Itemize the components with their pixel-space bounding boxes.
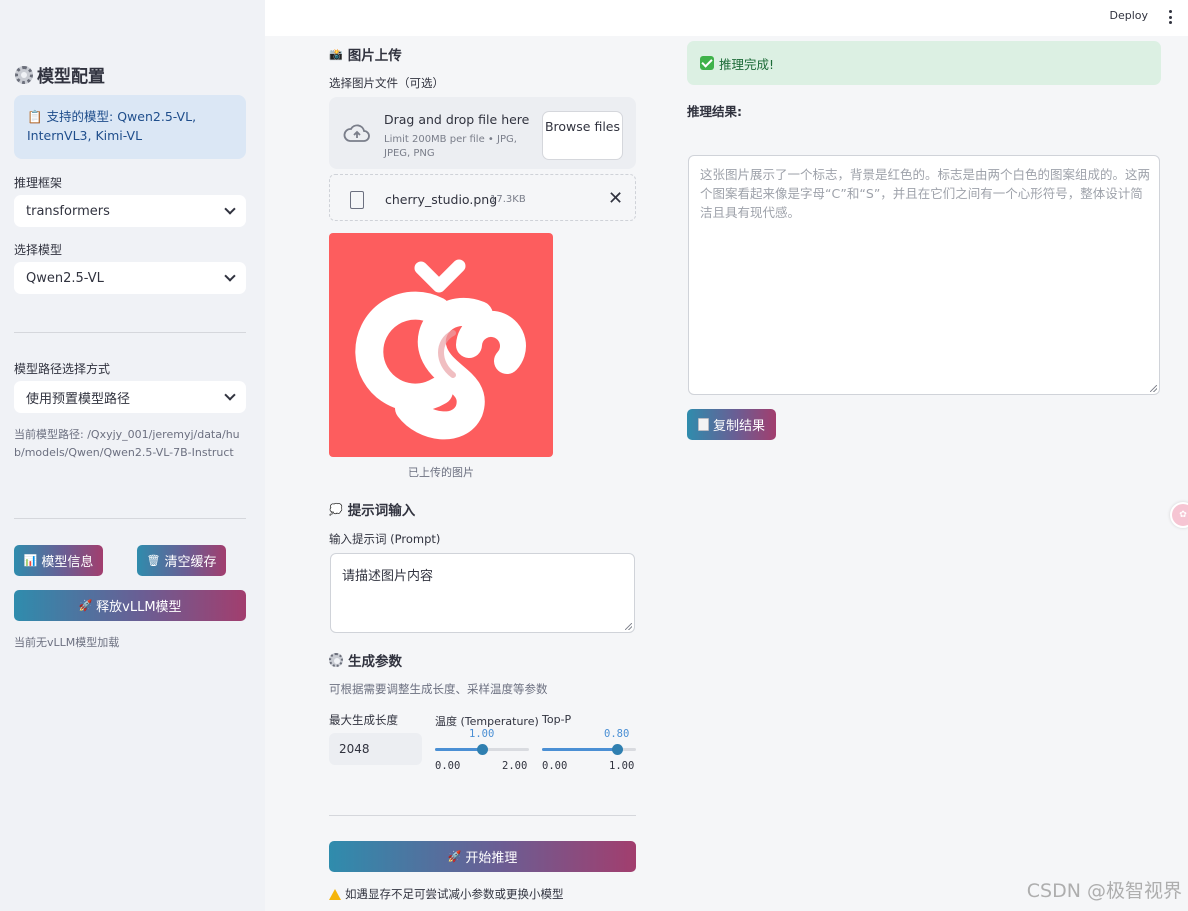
chevron-down-icon: [224, 389, 236, 401]
path-mode-select[interactable]: 使用预置模型路径: [14, 381, 246, 413]
success-alert-text: 推理完成!: [719, 56, 775, 72]
copy-result-button-label: 复制结果: [712, 419, 765, 434]
memory-warning: 如遇显存不足可尝试减小参数或更换小模型: [329, 886, 564, 902]
top-p-slider-fill: [542, 748, 618, 751]
model-select-value: Qwen2.5-VL: [26, 270, 104, 286]
success-alert: 推理完成!: [687, 41, 1161, 85]
top-p-max: 1.00: [609, 760, 635, 772]
speech-bubble-icon: 💭: [329, 502, 343, 516]
params-heading: 生成参数: [329, 650, 402, 670]
temperature-min: 0.00: [435, 760, 461, 772]
copy-result-button[interactable]: 复制结果: [687, 409, 776, 440]
cloud-upload-icon: [343, 124, 370, 142]
resize-handle[interactable]: [625, 623, 632, 630]
release-vllm-button-label: 释放vLLM模型: [96, 600, 182, 615]
prompt-label: 输入提示词 (Prompt): [329, 532, 441, 546]
start-inference-button[interactable]: 🚀 开始推理: [329, 841, 636, 872]
watermark: CSDN @极智视界: [1026, 880, 1182, 902]
check-icon: [700, 56, 714, 70]
trash-icon: 🗑: [146, 554, 161, 567]
temperature-value: 1.00: [469, 728, 495, 740]
model-select[interactable]: Qwen2.5-VL: [14, 262, 246, 294]
max-length-label: 最大生成长度: [329, 713, 398, 727]
supported-models-info: 📋 支持的模型: Qwen2.5-VL, InternVL3, Kimi-VL: [14, 95, 246, 159]
clear-cache-button-label: 清空缓存: [164, 555, 217, 570]
top-p-min: 0.00: [542, 760, 568, 772]
uploaded-file-row: cherry_studio.png 17.3KB ✕: [329, 174, 636, 221]
prompt-heading: 💭 提示词输入: [329, 499, 416, 520]
path-mode-select-value: 使用预置模型路径: [26, 391, 131, 407]
camera-icon: 📸: [329, 47, 343, 61]
file-name: cherry_studio.png: [385, 192, 498, 207]
temperature-max: 2.00: [502, 760, 528, 772]
uploaded-image: [329, 233, 553, 457]
rocket-icon: 🚀: [447, 850, 462, 863]
max-length-input[interactable]: 2048: [329, 733, 422, 765]
result-textarea[interactable]: 这张图片展示了一个标志，背景是红色的。标志是由两个白色的图案组成的。这两个图案看…: [688, 155, 1160, 395]
dropzone-limit: Limit 200MB per file • JPG, JPEG, PNG: [384, 134, 517, 159]
result-label: 推理结果:: [687, 104, 742, 119]
top-p-value: 0.80: [604, 728, 630, 740]
params-description: 可根据需要调整生成长度、采样温度等参数: [329, 682, 548, 696]
vllm-status-note: 当前无vLLM模型加载: [14, 636, 120, 649]
top-p-slider-thumb[interactable]: [612, 744, 624, 755]
params-heading-text: 生成参数: [348, 654, 402, 670]
result-text: 这张图片展示了一个标志，背景是红色的。标志是由两个白色的图案组成的。这两个图案看…: [700, 167, 1151, 220]
memo-icon: [697, 418, 709, 431]
path-mode-label: 模型路径选择方式: [14, 362, 111, 376]
sidebar-title-text: 模型配置: [37, 67, 105, 87]
browse-files-button[interactable]: Browse files: [542, 111, 623, 160]
sidebar: 模型配置 📋 支持的模型: Qwen2.5-VL, InternVL3, Kim…: [0, 0, 265, 911]
prompt-value: 请描述图片内容: [342, 569, 434, 584]
sidebar-title: 模型配置: [15, 62, 105, 87]
rocket-icon: 🚀: [78, 599, 93, 612]
temperature-slider-fill: [435, 748, 482, 751]
image-caption: 已上传的图片: [408, 466, 474, 479]
model-info-button[interactable]: 📊 模型信息: [14, 545, 103, 576]
framework-label: 推理框架: [14, 176, 63, 190]
gear-icon: [15, 65, 33, 84]
release-vllm-button[interactable]: 🚀 释放vLLM模型: [14, 590, 246, 621]
file-dropzone[interactable]: Drag and drop file here Limit 200MB per …: [329, 97, 636, 169]
temperature-slider-thumb[interactable]: [477, 744, 488, 755]
current-model-path: 当前模型路径: /Qxyjy_001/jeremyj/data/hub/mode…: [14, 428, 240, 459]
top-bar: Deploy: [265, 0, 1188, 36]
prompt-heading-text: 提示词输入: [347, 503, 416, 519]
deploy-button[interactable]: Deploy: [1109, 9, 1148, 22]
sidebar-divider: [14, 518, 246, 519]
main-content: 📸 图片上传 选择图片文件（可选） Drag and drop file her…: [265, 36, 1188, 911]
upload-heading-text: 图片上传: [347, 48, 402, 64]
resize-handle[interactable]: [1150, 385, 1157, 392]
framework-select[interactable]: transformers: [14, 195, 246, 227]
sidebar-divider: [14, 332, 246, 333]
memory-warning-text: 如遇显存不足可尝试减小参数或更换小模型: [345, 887, 564, 901]
chevron-down-icon: [224, 203, 236, 215]
more-menu-icon[interactable]: [1168, 10, 1172, 24]
upload-heading: 📸 图片上传: [329, 44, 402, 65]
top-p-slider[interactable]: [542, 744, 636, 755]
clear-cache-button[interactable]: 🗑 清空缓存: [137, 545, 226, 576]
prompt-textarea[interactable]: 请描述图片内容: [330, 553, 635, 633]
top-p-label: Top-P: [542, 713, 572, 726]
dropzone-title: Drag and drop file here: [384, 112, 530, 127]
gear-icon: [329, 653, 343, 667]
section-divider: [329, 815, 636, 816]
floating-assistant-icon[interactable]: ✿: [1170, 502, 1188, 528]
chevron-down-icon: [224, 270, 236, 282]
temperature-slider[interactable]: [435, 744, 529, 755]
framework-select-value: transformers: [26, 203, 110, 219]
start-inference-button-label: 开始推理: [465, 851, 518, 866]
temperature-label: 温度 (Temperature): [435, 715, 539, 728]
close-icon[interactable]: ✕: [608, 188, 623, 209]
cherry-studio-logo: [355, 259, 526, 440]
file-icon: [350, 191, 364, 209]
upload-label: 选择图片文件（可选）: [329, 76, 444, 90]
file-size: 17.3KB: [490, 194, 526, 205]
bar-chart-icon: 📊: [23, 554, 38, 567]
warning-icon: [329, 888, 341, 900]
model-label: 选择模型: [14, 243, 63, 257]
model-info-button-label: 模型信息: [41, 555, 94, 570]
